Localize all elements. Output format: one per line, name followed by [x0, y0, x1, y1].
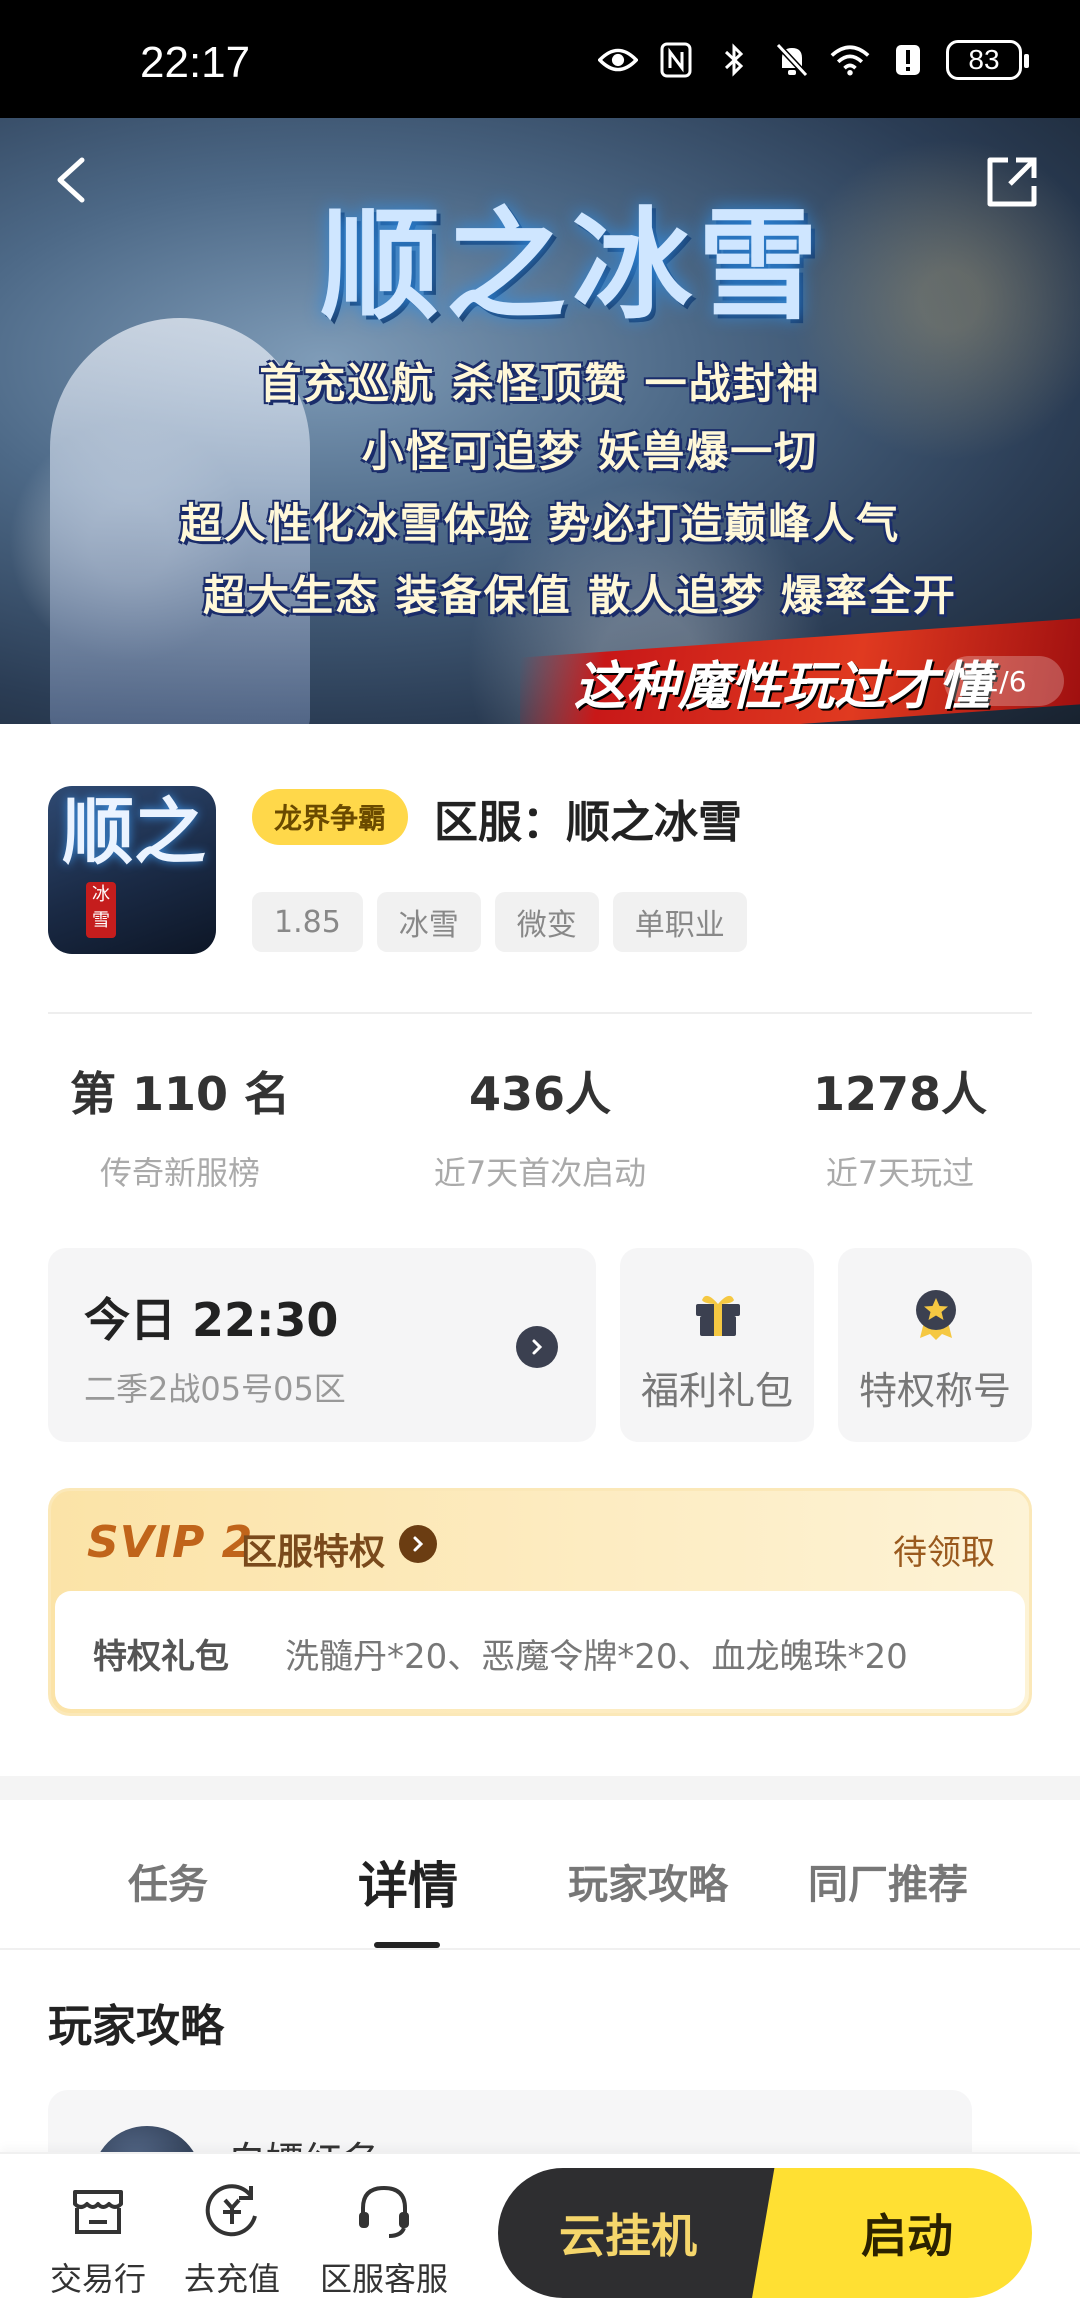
- back-icon[interactable]: [44, 150, 104, 210]
- eye-icon: [598, 42, 638, 78]
- open-server-zone: 二季2战05号05区: [84, 1370, 346, 1408]
- status-icons: 83: [598, 40, 1029, 80]
- chevron-right-icon: [516, 1326, 558, 1368]
- wifi-icon: [830, 42, 870, 78]
- cloud-hangup-button[interactable]: 云挂机: [498, 2168, 788, 2298]
- game-tags: 1.85 冰雪 微变 单职业: [252, 892, 747, 952]
- game-tag: 冰雪: [376, 892, 481, 952]
- category-tag[interactable]: 龙界争霸: [252, 789, 409, 845]
- stat-label: 传奇新服榜: [99, 1154, 260, 1192]
- section-divider: [48, 1012, 1032, 1014]
- service-button[interactable]: 区服客服: [314, 2176, 454, 2300]
- status-time: 22:17: [140, 38, 251, 87]
- badge-star-icon: [910, 1288, 962, 1340]
- banner-tagline: 这种魔性玩过才懂: [573, 656, 990, 717]
- welfare-gift-label: 福利礼包: [640, 1369, 793, 1413]
- stat-rank[interactable]: 第 110 名 传奇新服榜: [20, 1058, 340, 1194]
- game-tag: 微变: [494, 892, 599, 952]
- game-tag: 1.85: [252, 892, 363, 952]
- section-gap: [0, 1776, 1080, 1800]
- banner-slogan: 超大生态 装备保值 散人追梦 爆率全开: [203, 571, 957, 620]
- section-title: 玩家攻略: [48, 2001, 224, 2052]
- open-server-time: 今日 22:30: [84, 1293, 339, 1347]
- banner-slogan: 超人性化冰雪体验 势必打造巅峰人气: [179, 499, 901, 548]
- stat-played: 1278人 近7天玩过: [740, 1058, 1060, 1194]
- service-label: 区服客服: [319, 2260, 448, 2298]
- server-name: 区服：顺之冰雪: [434, 797, 742, 848]
- tab-player-guides[interactable]: 玩家攻略: [528, 1852, 768, 1910]
- game-icon-seal: 冰雪: [86, 882, 116, 938]
- start-game-button[interactable]: 启动: [752, 2168, 1032, 2298]
- stat-value: 1278人: [812, 1067, 988, 1121]
- stat-value: 第 110 名: [69, 1067, 291, 1121]
- headset-icon: [349, 2176, 419, 2246]
- recharge-label: 去充值: [183, 2260, 280, 2298]
- stat-label: 近7天玩过: [825, 1154, 975, 1192]
- share-icon[interactable]: [982, 152, 1042, 212]
- svip-title: 区服特权: [241, 1532, 386, 1573]
- stat-first-launch: 436人 近7天首次启动: [380, 1058, 700, 1194]
- stat-label: 近7天首次启动: [433, 1154, 647, 1192]
- game-app-icon: 顺之 冰雪: [48, 786, 216, 954]
- shop-icon: [63, 2176, 133, 2246]
- trade-button[interactable]: 交易行: [28, 2176, 168, 2300]
- bell-muted-icon: [772, 42, 812, 78]
- active-tab-indicator: [374, 1942, 440, 1948]
- bluetooth-icon: [714, 42, 754, 78]
- welfare-gift-card[interactable]: 福利礼包: [620, 1248, 814, 1442]
- tab-same-developer[interactable]: 同厂推荐: [768, 1852, 1008, 1910]
- nfc-icon: [656, 42, 696, 78]
- svip-logo: SVIP 2: [87, 1517, 254, 1568]
- tab-tasks[interactable]: 任务: [48, 1852, 288, 1910]
- game-banner[interactable]: 顺之冰雪 首充巡航 杀怪顶赞 一战封神 小怪可追梦 妖兽爆一切 超人性化冰雪体验…: [0, 118, 1080, 724]
- svip-privilege-panel[interactable]: SVIP 2 区服特权 待领取 特权礼包 洗髓丹*20、恶魔令牌*20、血龙魄珠…: [48, 1488, 1032, 1716]
- open-server-card[interactable]: 今日 22:30 二季2战05号05区: [48, 1248, 596, 1442]
- svip-claim-status[interactable]: 待领取: [893, 1525, 995, 1574]
- banner-slogan: 小怪可追梦 妖兽爆一切: [361, 427, 819, 476]
- trade-label: 交易行: [49, 2260, 146, 2298]
- svip-gift-key: 特权礼包: [93, 1637, 229, 1677]
- recharge-icon: [197, 2176, 267, 2246]
- alert-icon: [888, 42, 928, 78]
- chevron-right-icon[interactable]: [399, 1525, 437, 1563]
- detail-tabs: 任务 详情 玩家攻略 同厂推荐: [0, 1810, 1080, 1950]
- banner-page-counter: 1/6: [944, 656, 1064, 706]
- svip-gift-value: 洗髓丹*20、恶魔令牌*20、血龙魄珠*20: [285, 1637, 908, 1677]
- recharge-button[interactable]: 去充值: [162, 2176, 302, 2300]
- stat-value: 436人: [468, 1067, 612, 1121]
- status-bar: 22:17 83: [0, 0, 1080, 118]
- privilege-title-card[interactable]: 特权称号: [838, 1248, 1032, 1442]
- gift-icon: [692, 1288, 744, 1340]
- svip-gift-row: 特权礼包 洗髓丹*20、恶魔令牌*20、血龙魄珠*20: [55, 1591, 1025, 1709]
- privilege-title-label: 特权称号: [858, 1369, 1011, 1413]
- bottom-action-bar: 交易行 去充值 区服客服 云挂机 启动: [0, 2152, 1080, 2310]
- banner-slogan: 首充巡航 杀怪顶赞 一战封神: [259, 359, 821, 408]
- game-tag: 单职业: [612, 892, 747, 952]
- tab-details[interactable]: 详情: [288, 1846, 528, 1918]
- banner-title: 顺之冰雪: [320, 195, 824, 336]
- battery-indicator: 83: [946, 40, 1029, 80]
- game-icon-text: 顺之: [62, 789, 207, 874]
